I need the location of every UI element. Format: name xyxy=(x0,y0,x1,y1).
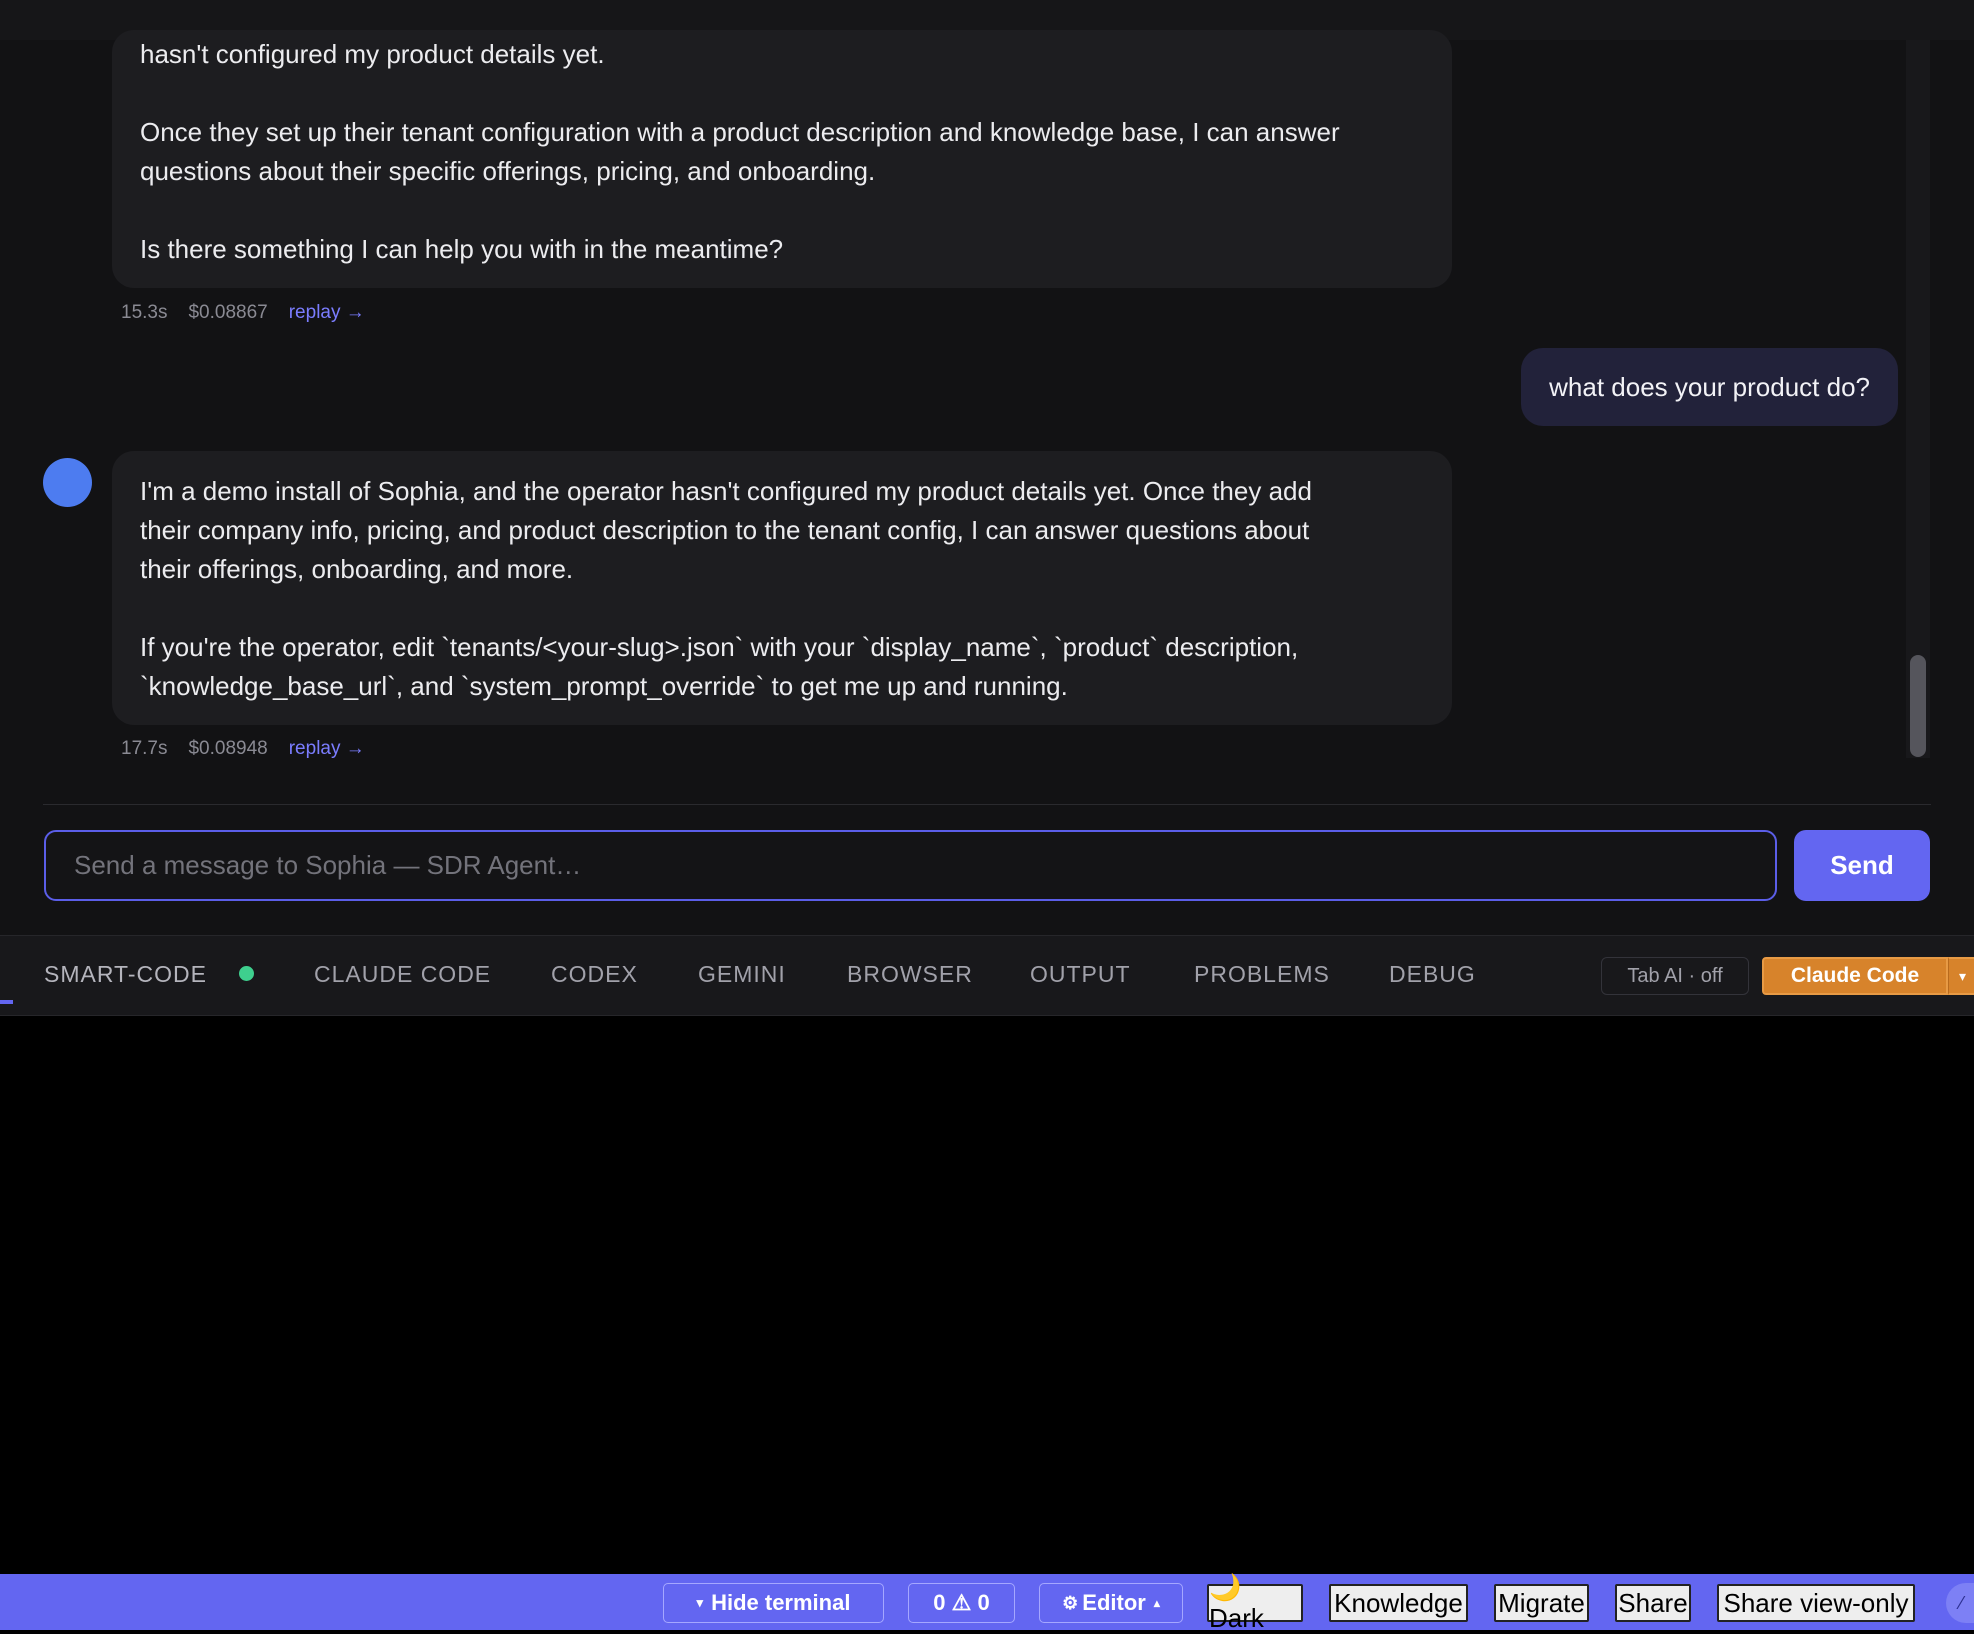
knowledge-button[interactable]: Knowledge xyxy=(1329,1584,1468,1622)
problems-counter[interactable]: 0 ⚠ 0 xyxy=(908,1583,1015,1623)
response-cost: $0.08948 xyxy=(188,738,268,759)
share-view-only-button[interactable]: Share view-only xyxy=(1717,1584,1915,1622)
editor-label: Editor xyxy=(1082,1590,1146,1615)
tab-gemini[interactable]: GEMINI xyxy=(698,935,786,1014)
message-meta: 15.3s $0.08867 replay → xyxy=(121,300,386,326)
assistant-message-previous: hasn't configured my product details yet… xyxy=(112,30,1452,288)
chat-scrollbar-thumb[interactable] xyxy=(1910,655,1926,757)
chat-scrollbar[interactable] xyxy=(1906,40,1930,758)
response-time: 15.3s xyxy=(121,302,168,323)
message-input[interactable] xyxy=(44,830,1777,901)
tab-claude-code[interactable]: CLAUDE CODE xyxy=(314,935,491,1014)
send-button[interactable]: Send xyxy=(1794,830,1930,901)
message-text: their offerings, onboarding, and more. xyxy=(140,554,574,584)
tab-output[interactable]: OUTPUT xyxy=(1030,935,1131,1014)
share-button[interactable]: Share xyxy=(1615,1584,1691,1622)
claude-code-button[interactable]: Claude Code xyxy=(1762,957,1948,995)
hide-terminal-button[interactable]: ▾ Hide terminal xyxy=(663,1583,884,1623)
divider xyxy=(43,804,1931,805)
editor-button[interactable]: ⚙ Editor ▴ xyxy=(1039,1583,1183,1623)
gear-icon: ⚙ xyxy=(1062,1592,1079,1613)
message-text: hasn't configured my product details yet… xyxy=(140,39,605,69)
triangle-up-icon: ▴ xyxy=(1153,1596,1160,1610)
message-text: questions about their specific offerings… xyxy=(140,156,876,186)
tab-codex[interactable]: CODEX xyxy=(551,935,638,1014)
response-cost: $0.08867 xyxy=(188,302,268,323)
message-text: Once they set up their tenant configurat… xyxy=(140,117,1340,147)
tab-debug[interactable]: DEBUG xyxy=(1389,935,1476,1014)
tab-browser[interactable]: BROWSER xyxy=(847,935,973,1014)
dark-mode-button[interactable]: 🌙 Dark xyxy=(1207,1572,1303,1633)
status-dot xyxy=(239,966,254,981)
migrate-button[interactable]: Migrate xyxy=(1494,1584,1589,1622)
message-text: their company info, pricing, and product… xyxy=(140,515,1310,545)
replay-link[interactable]: replay → xyxy=(289,302,365,324)
message-text: Is there something I can help you with i… xyxy=(140,234,784,264)
message-text: I'm a demo install of Sophia, and the op… xyxy=(140,476,1312,506)
tab-problems[interactable]: PROBLEMS xyxy=(1194,935,1330,1014)
message-text: `knowledge_base_url`, and `system_prompt… xyxy=(140,671,1068,701)
message-meta: 17.7s $0.08948 replay → xyxy=(121,736,386,762)
terminal-area[interactable] xyxy=(0,1016,1974,1574)
hide-terminal-label: Hide terminal xyxy=(711,1590,851,1615)
tab-ai-toggle[interactable]: Tab AI · off xyxy=(1601,957,1749,995)
active-tab-indicator xyxy=(0,1000,13,1004)
avatar xyxy=(43,458,92,507)
response-time: 17.7s xyxy=(121,738,168,759)
replay-link[interactable]: replay → xyxy=(289,738,365,760)
claude-code-dropdown[interactable]: ▾ xyxy=(1948,957,1974,995)
message-text: If you're the operator, edit `tenants/<y… xyxy=(140,632,1299,662)
user-message: what does your product do? xyxy=(1521,348,1898,426)
triangle-down-icon: ▾ xyxy=(696,1595,704,1610)
chevron-down-icon: ▾ xyxy=(1958,967,1967,984)
assistant-message: I'm a demo install of Sophia, and the op… xyxy=(112,451,1452,725)
corner-button[interactable]: ⁄ xyxy=(1946,1583,1974,1623)
tab-smart-code[interactable]: SMART-CODE xyxy=(44,935,207,1014)
chat-area: hasn't configured my product details yet… xyxy=(0,0,1974,935)
status-bar: ▾ Hide terminal 0 ⚠ 0 ⚙ Editor ▴ 🌙 Dark … xyxy=(0,1572,1974,1633)
